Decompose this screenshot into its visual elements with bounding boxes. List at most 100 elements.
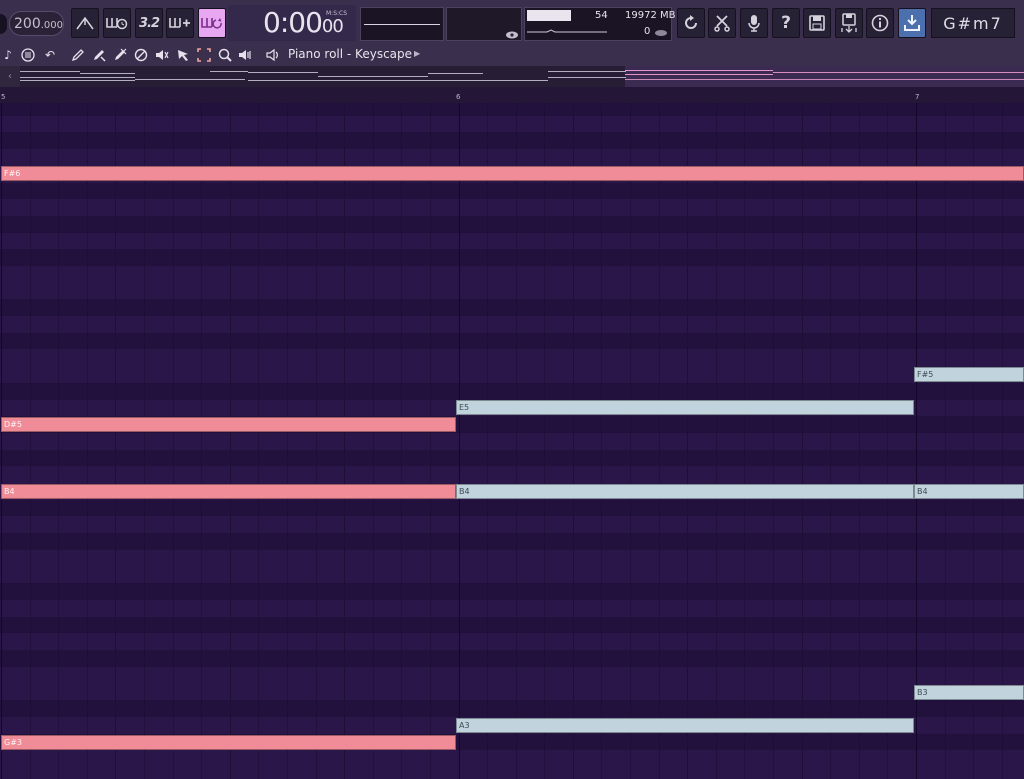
key-display[interactable]: G#m7 <box>931 8 1015 38</box>
note-label: F#6 <box>4 169 21 178</box>
time-main: 0:00 <box>263 6 323 39</box>
help-button[interactable]: ? <box>772 8 800 38</box>
overview-note <box>20 77 135 78</box>
grid-row <box>0 700 1024 717</box>
slice-tool-icon[interactable] <box>154 47 170 63</box>
piano-roll-title[interactable]: Piano roll - Keyscape <box>288 47 412 61</box>
bar-number: 5 <box>1 93 6 101</box>
overview-note <box>625 74 773 75</box>
note-block[interactable]: A3 <box>456 718 914 733</box>
grid-line <box>86 103 88 779</box>
menu-icon[interactable] <box>20 47 36 63</box>
grid-line <box>973 103 975 779</box>
save-button[interactable] <box>803 8 831 38</box>
grid-row <box>0 767 1024 779</box>
pattern-overview[interactable]: ‹ <box>0 66 1024 87</box>
overview-note <box>135 79 245 80</box>
grid-line <box>858 103 860 779</box>
grid-row <box>0 266 1024 283</box>
note-label: A3 <box>459 721 470 730</box>
note-label: B3 <box>917 688 928 697</box>
grid-row <box>0 299 1024 317</box>
metronome-button[interactable] <box>71 8 99 38</box>
time-centiseconds: 00 <box>321 16 344 37</box>
note-block[interactable]: B4 <box>914 484 1024 499</box>
grid-line <box>143 103 145 779</box>
overview-note <box>210 71 248 72</box>
delete-tool-icon[interactable] <box>112 47 128 63</box>
save-icon <box>809 15 825 31</box>
note-block[interactable]: B3 <box>914 685 1024 700</box>
grid-row <box>0 199 1024 216</box>
note-block[interactable]: G#3 <box>1 735 456 750</box>
record-audio-button[interactable] <box>740 8 768 38</box>
hint-line <box>364 24 440 25</box>
undo-history-button[interactable] <box>677 8 705 38</box>
grid-row <box>0 116 1024 133</box>
mute-tool-icon[interactable] <box>133 47 149 63</box>
download-button[interactable] <box>898 8 926 38</box>
grid-row <box>0 249 1024 266</box>
speaker-icon[interactable] <box>266 47 282 63</box>
grid-row <box>0 215 1024 233</box>
grid-row <box>0 684 1024 701</box>
grid-row <box>0 633 1024 650</box>
grid-line <box>515 103 517 779</box>
grid-line <box>773 103 775 779</box>
overview-note <box>428 73 483 74</box>
draw-tool-icon[interactable] <box>70 47 86 63</box>
undo-icon[interactable]: ↶ <box>42 47 58 63</box>
note-block[interactable]: F#6 <box>1 166 1024 181</box>
overview-note <box>625 79 1024 80</box>
playback-tool-icon[interactable] <box>238 47 254 63</box>
select-tool-icon[interactable] <box>175 47 191 63</box>
note-grid[interactable]: F#6 D#5 B4 G#3 E5 B4 A3 F#5 B4 B3 <box>0 103 1024 779</box>
export-button[interactable] <box>835 8 863 38</box>
timeline-ruler[interactable]: 5 6 7 <box>0 87 1024 104</box>
refresh-icon <box>685 15 697 29</box>
grid-line <box>429 103 431 779</box>
download-icon <box>904 15 920 31</box>
zoom-tool-icon[interactable] <box>217 47 233 63</box>
note-block[interactable]: F#5 <box>914 367 1024 382</box>
note-block[interactable]: B4 <box>456 484 914 499</box>
chevron-right-icon[interactable]: ▶ <box>414 49 420 58</box>
tempo-knob[interactable] <box>0 14 7 34</box>
blend-recording-button[interactable] <box>166 8 194 38</box>
selection-box-icon[interactable] <box>196 47 212 63</box>
cpu-graph <box>527 29 607 33</box>
time-format-label: M:S:CS <box>326 10 348 17</box>
eye-icon[interactable] <box>505 31 519 39</box>
grid-line <box>487 103 489 779</box>
grid-line <box>801 103 803 779</box>
countdown-button[interactable]: 3.2 <box>135 8 163 38</box>
grid-line <box>29 103 31 779</box>
grid-row <box>0 182 1024 200</box>
tempo-decimal: .000 <box>40 19 63 31</box>
grid-row <box>0 466 1024 483</box>
overview-note <box>248 80 548 81</box>
info-button[interactable] <box>866 8 894 38</box>
loop-recording-button[interactable] <box>198 8 226 38</box>
wait-for-input-button[interactable] <box>103 8 131 38</box>
blend-notes-icon <box>169 18 190 28</box>
grid-row <box>0 366 1024 383</box>
cut-tool-button[interactable] <box>708 8 736 38</box>
note-block[interactable]: D#5 <box>1 417 456 432</box>
paint-tool-icon[interactable] <box>91 47 107 63</box>
wait-input-icon <box>106 18 128 30</box>
note-block[interactable]: B4 <box>1 484 456 499</box>
overview-note <box>248 72 318 73</box>
note-block[interactable]: E5 <box>456 400 914 415</box>
tempo-field[interactable]: 200.000 <box>9 11 64 36</box>
overview-note <box>20 71 80 72</box>
chevron-left-icon[interactable]: ‹ <box>0 66 20 87</box>
overview-note <box>773 72 1024 73</box>
info-icon <box>871 14 889 32</box>
note-label: B4 <box>4 487 15 496</box>
note-icon[interactable]: ♪ <box>0 47 16 63</box>
countdown-label: 3.2 <box>138 15 160 31</box>
grid-line <box>344 103 346 779</box>
cpu-value: 54 <box>595 10 608 21</box>
grid-line <box>258 103 260 779</box>
